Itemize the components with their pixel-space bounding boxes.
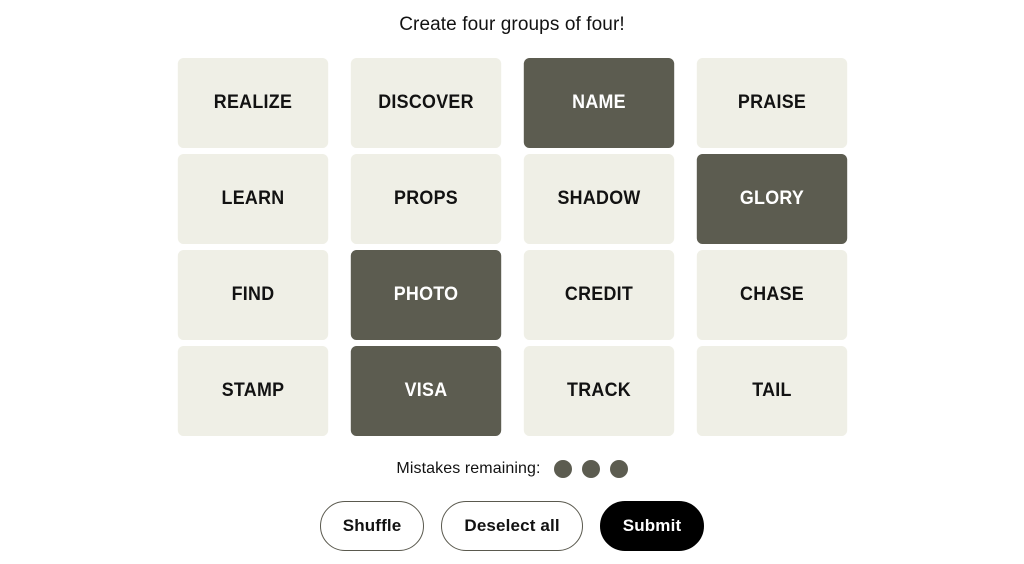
word-tile[interactable]: GLORY [696,154,847,244]
word-tile[interactable]: FIND [177,250,328,340]
word-tile[interactable]: TAIL [696,346,847,436]
word-tile[interactable]: STAMP [177,346,328,436]
mistakes-dots [553,460,628,478]
action-buttons: Shuffle Deselect all Submit [319,501,705,551]
word-tile[interactable]: REALIZE [177,58,328,148]
word-tile[interactable]: TRACK [523,346,674,436]
word-tile[interactable]: NAME [523,58,674,148]
word-tile[interactable]: PROPS [350,154,501,244]
mistake-dot [581,460,600,478]
word-tile[interactable]: LEARN [177,154,328,244]
submit-button[interactable]: Submit [599,501,705,551]
word-tile[interactable]: PHOTO [350,250,501,340]
page-title: Create four groups of four! [399,14,625,35]
word-grid: REALIZE DISCOVER NAME PRAISE LEARN PROPS SHADO… [173,58,852,436]
word-tile[interactable]: PRAISE [696,58,847,148]
word-tile[interactable]: SHADOW [523,154,674,244]
mistakes-label: Mistakes remaining: [396,460,541,477]
shuffle-button[interactable]: Shuffle [319,501,425,551]
word-tile[interactable]: CHASE [696,250,847,340]
mistakes-remaining: Mistakes remaining: [396,460,628,478]
word-tile[interactable]: VISA [350,346,501,436]
word-tile[interactable]: CREDIT [523,250,674,340]
word-tile[interactable]: DISCOVER [350,58,501,148]
mistake-dot [609,460,628,478]
mistake-dot [553,460,572,478]
deselect-all-button[interactable]: Deselect all [441,501,583,551]
connections-game: Create four groups of four! REALIZE DISCO… [0,0,1024,564]
